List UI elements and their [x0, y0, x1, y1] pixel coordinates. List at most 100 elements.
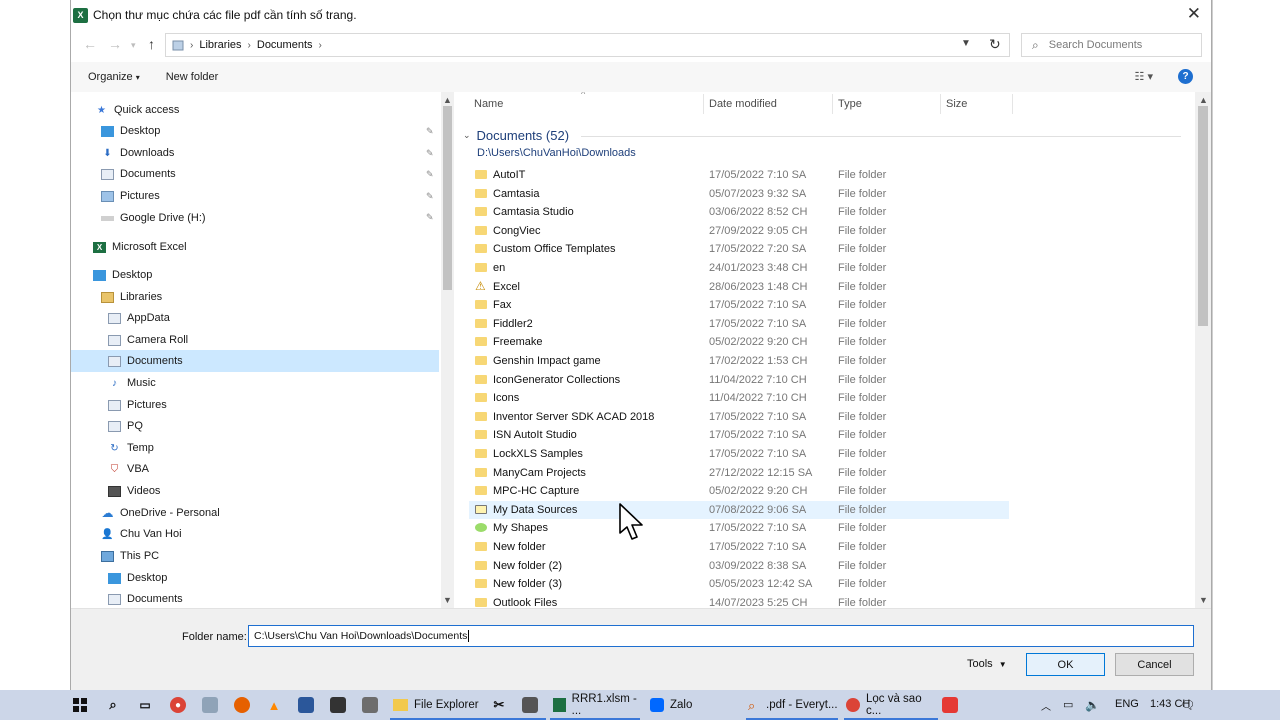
table-row[interactable]: Icons 11/04/2022 7:10 CH File folder — [469, 389, 1009, 408]
column-date[interactable]: Date modified — [709, 98, 777, 110]
table-row[interactable]: New folder (3) 05/05/2023 12:42 SA File fo… — [469, 575, 1009, 594]
pin-icon[interactable]: ✎ — [426, 191, 434, 202]
column-divider[interactable] — [832, 94, 833, 114]
table-row[interactable]: My Data Sources 07/08/2022 9:06 SA File fo… — [469, 500, 1009, 520]
nav-music[interactable]: ♪ Music — [108, 372, 156, 394]
nav-desktop[interactable]: Desktop — [101, 120, 160, 142]
nav-pc-documents[interactable]: Documents — [108, 588, 183, 608]
app-icon[interactable] — [942, 697, 958, 713]
nav-appdata[interactable]: AppData — [108, 307, 170, 329]
table-row[interactable]: New folder 17/05/2022 7:10 SA File folder — [469, 538, 1009, 557]
task-view-icon[interactable]: ▭ — [137, 697, 153, 713]
snipping-icon[interactable]: ✂ — [491, 697, 507, 713]
nav-onedrive[interactable]: ☁ OneDrive - Personal — [101, 502, 220, 524]
forward-arrow-icon[interactable]: → — [108, 36, 122, 52]
column-name[interactable]: Name — [474, 98, 503, 110]
app-icon[interactable] — [202, 697, 218, 713]
app-icon[interactable] — [362, 697, 378, 713]
table-row[interactable]: Outlook Files 14/07/2023 5:25 CH File fold… — [469, 594, 1009, 608]
chevron-down-icon[interactable]: ▼ — [961, 38, 971, 49]
column-size[interactable]: Size — [946, 98, 967, 110]
nav-documents-library[interactable]: Documents — [71, 350, 439, 372]
pin-icon[interactable]: ✎ — [426, 126, 434, 137]
table-row[interactable]: LockXLS Samples 17/05/2022 7:10 SA File fo… — [469, 445, 1009, 464]
column-divider[interactable] — [940, 94, 941, 114]
table-row[interactable]: en 24/01/2023 3:48 CH File folder — [469, 259, 1009, 278]
up-arrow-icon[interactable]: ↑ — [148, 36, 155, 52]
table-row[interactable]: My Shapes 17/05/2022 7:10 SA File folder — [469, 519, 1009, 538]
back-arrow-icon[interactable]: ← — [83, 36, 97, 52]
taskbar-chrome[interactable]: Lọc và sao c... — [842, 690, 940, 720]
table-row[interactable]: Custom Office Templates 17/05/2022 7:20 S… — [469, 240, 1009, 259]
table-row[interactable]: New folder (2) 03/09/2022 8:38 SA File fol… — [469, 557, 1009, 576]
tools-dropdown[interactable]: Tools ▼ — [967, 658, 1007, 670]
table-row[interactable]: Fiddler2 17/05/2022 7:10 SA File folder — [469, 315, 1009, 334]
nav-microsoft-excel[interactable]: X Microsoft Excel — [93, 236, 187, 258]
nav-desktop-root[interactable]: Desktop — [93, 264, 152, 286]
ok-button[interactable]: OK — [1026, 653, 1105, 676]
taskbar-zalo[interactable]: Zalo — [645, 690, 741, 720]
app-icon[interactable] — [298, 697, 314, 713]
nav-pq[interactable]: PQ — [108, 415, 143, 437]
network-icon[interactable]: ▭ — [1063, 698, 1073, 711]
help-icon[interactable]: ? — [1178, 69, 1193, 84]
nav-this-pc[interactable]: This PC — [101, 545, 159, 567]
chevron-up-icon[interactable]: ︿ — [1041, 698, 1051, 713]
app-icon[interactable] — [522, 697, 538, 713]
nav-quick-access[interactable]: ★ Quick access — [95, 99, 179, 121]
scroll-up-icon[interactable]: ▲ — [443, 95, 452, 105]
pin-icon[interactable]: ✎ — [426, 212, 434, 223]
table-row[interactable]: ⚠ Excel 28/06/2023 1:48 CH File folder — [469, 278, 1009, 297]
table-row[interactable]: Genshin Impact game 17/02/2022 1:53 CH Fil… — [469, 352, 1009, 371]
firefox-icon[interactable] — [234, 697, 250, 713]
recent-dropdown-icon[interactable]: ▾ — [131, 40, 136, 51]
new-folder-button[interactable]: New folder — [166, 71, 219, 83]
list-scrollbar[interactable]: ▲ ▼ — [1195, 92, 1211, 608]
table-row[interactable]: Camtasia Studio 03/06/2022 8:52 CH File fo… — [469, 203, 1009, 222]
scroll-down-icon[interactable]: ▼ — [443, 595, 452, 605]
breadcrumb-libraries[interactable]: Libraries — [199, 39, 241, 51]
chrome-icon[interactable]: ● — [170, 697, 186, 713]
table-row[interactable]: Camtasia 05/07/2023 9:32 SA File folder — [469, 185, 1009, 204]
table-row[interactable]: Freemake 05/02/2022 9:20 CH File folder — [469, 333, 1009, 352]
language-indicator[interactable]: ENG — [1115, 698, 1139, 710]
pin-icon[interactable]: ✎ — [426, 169, 434, 180]
nav-google-drive[interactable]: Google Drive (H:) — [101, 207, 206, 229]
cancel-button[interactable]: Cancel — [1115, 653, 1194, 676]
breadcrumb-documents[interactable]: Documents — [257, 39, 313, 51]
column-divider[interactable] — [1012, 94, 1013, 114]
volume-icon[interactable]: 🔈 — [1085, 698, 1100, 712]
table-row[interactable]: IconGenerator Collections 11/04/2022 7:10… — [469, 371, 1009, 390]
group-header[interactable]: ⌄ Documents (52) — [463, 128, 569, 143]
nav-scroll-thumb[interactable] — [443, 106, 452, 290]
pin-icon[interactable]: ✎ — [426, 148, 434, 159]
table-row[interactable]: CongViec 27/09/2022 9:05 CH File folder — [469, 222, 1009, 241]
refresh-icon[interactable]: ↻ — [989, 36, 1001, 53]
nav-documents[interactable]: Documents — [101, 163, 176, 185]
view-options-icon[interactable]: ☷ ▾ — [1135, 70, 1153, 83]
nav-downloads[interactable]: ⬇ Downloads — [101, 142, 174, 164]
address-bar[interactable]: › Libraries › Documents › — [165, 33, 1010, 57]
column-divider[interactable] — [703, 94, 704, 114]
taskbar-excel[interactable]: RRR1.xlsm - ... — [548, 690, 642, 720]
nav-pc-desktop[interactable]: Desktop — [108, 567, 167, 589]
nav-videos[interactable]: Videos — [108, 480, 160, 502]
notification-icon[interactable]: 🗨 — [1180, 698, 1195, 712]
table-row[interactable]: ISN AutoIt Studio 17/05/2022 7:10 SA File … — [469, 426, 1009, 445]
organize-button[interactable]: Organize ▾ — [88, 71, 140, 83]
notes-icon[interactable] — [330, 697, 346, 713]
scroll-down-icon[interactable]: ▼ — [1199, 595, 1208, 605]
table-row[interactable]: AutoIT 17/05/2022 7:10 SA File folder — [469, 166, 1009, 185]
vlc-icon[interactable]: ▲ — [266, 697, 282, 713]
search-input[interactable]: ⌕ Search Documents — [1021, 33, 1202, 57]
close-icon[interactable]: ✕ — [1187, 4, 1201, 24]
nav-pictures-library[interactable]: Pictures — [108, 394, 167, 416]
nav-scrollbar[interactable]: ▲ ▼ — [441, 92, 454, 608]
nav-user[interactable]: 👤 Chu Van Hoi — [101, 523, 181, 545]
table-row[interactable]: Inventor Server SDK ACAD 2018 17/05/2022 … — [469, 408, 1009, 427]
taskbar-everything[interactable]: ⌕ .pdf - Everyt... — [744, 690, 840, 720]
nav-vba[interactable]: ⛉ VBA — [108, 458, 149, 480]
windows-start-icon[interactable] — [73, 698, 87, 712]
nav-camera-roll[interactable]: Camera Roll — [108, 329, 188, 351]
table-row[interactable]: MPC-HC Capture 05/02/2022 9:20 CH File fol… — [469, 482, 1009, 501]
